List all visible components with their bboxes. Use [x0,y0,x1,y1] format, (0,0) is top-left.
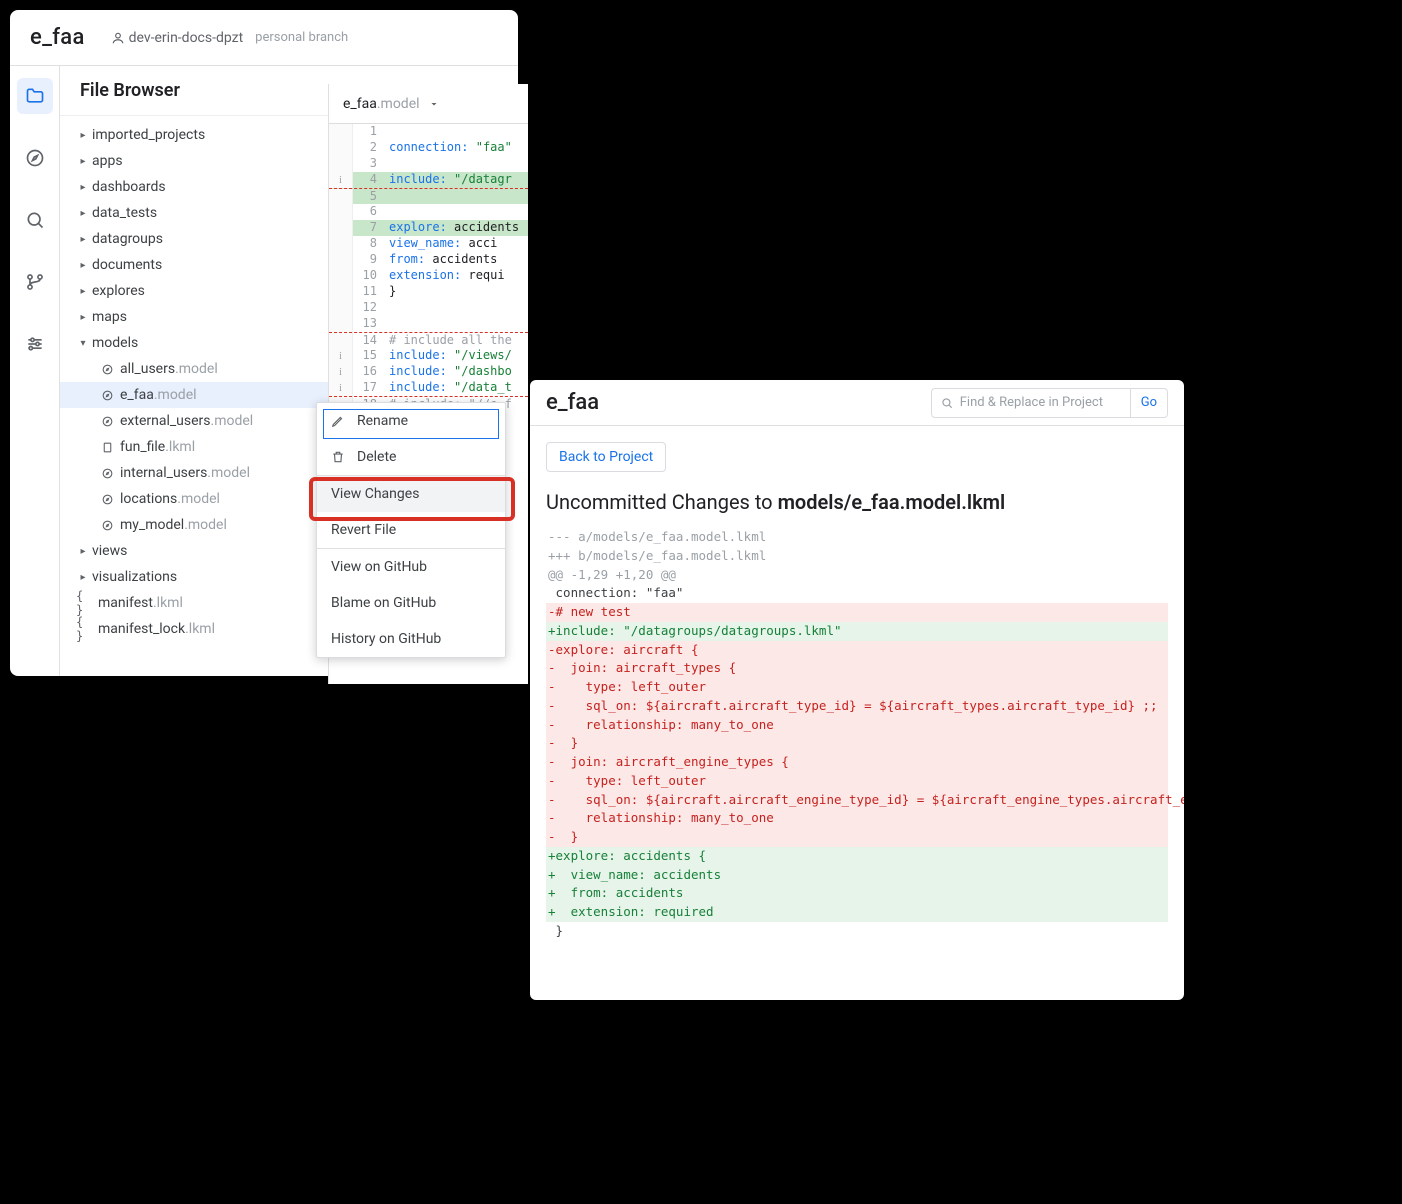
ctx-blame-github[interactable]: Blame on GitHub [317,585,505,621]
search-placeholder: Find & Replace in Project [960,395,1103,410]
diff-path: models/e_faa.model.lkml [778,490,1006,514]
diff-line: - } [546,828,1168,847]
editor-tab-base: e_faa [343,96,377,112]
folder-icon [25,86,45,106]
diff-line: - type: left_outer [546,772,1168,791]
rail-compass[interactable] [17,140,53,176]
diff-line: - join: aircraft_engine_types { [546,753,1168,772]
diff-panel: e_faa Find & Replace in Project Go Back … [530,380,1184,1000]
diff-line: connection: "faa" [546,584,1168,603]
branch-name: dev-erin-docs-dpzt [129,30,244,46]
project-title: e_faa [30,25,85,50]
branch-selector[interactable]: dev-erin-docs-dpzt personal branch [111,30,349,46]
diff-line: @@ -1,29 +1,20 @@ [546,566,1168,585]
ctx-view-github[interactable]: View on GitHub [317,549,505,585]
rail-search[interactable] [17,202,53,238]
diff-line: + from: accidents [546,884,1168,903]
diff-line: - } [546,734,1168,753]
trash-icon [331,450,347,464]
code-area[interactable]: 12connection: "faa"3i4include: "/datagr5… [329,124,528,428]
diff-line: + view_name: accidents [546,866,1168,885]
search-group: Find & Replace in Project Go [931,388,1168,418]
editor-tab[interactable]: e_faa.model [329,84,528,124]
diff-line: --- a/models/e_faa.model.lkml [546,528,1168,547]
iconrail [10,66,60,676]
chevron-down-icon [428,98,440,110]
rail-settings[interactable] [17,326,53,362]
diff-line: -explore: aircraft { [546,641,1168,660]
diff-line: + extension: required [546,903,1168,922]
diff-line: } [546,922,1168,941]
sliders-icon [25,334,45,354]
ctx-delete[interactable]: Delete [317,439,505,475]
branch-type: personal branch [255,30,348,45]
diff-line: - relationship: many_to_one [546,809,1168,828]
diff-project-title: e_faa [546,390,599,415]
diff-body: Back to Project Uncommitted Changes to m… [530,426,1184,957]
go-button[interactable]: Go [1131,388,1168,418]
person-icon [111,31,125,45]
diff-line: - join: aircraft_types { [546,659,1168,678]
ctx-history-github[interactable]: History on GitHub [317,621,505,657]
search-input[interactable]: Find & Replace in Project [931,388,1131,418]
context-menu: Rename Delete View Changes Revert File V… [316,402,506,658]
search-icon [25,210,45,230]
diff-line: - type: left_outer [546,678,1168,697]
diff-view[interactable]: --- a/models/e_faa.model.lkml+++ b/model… [546,528,1168,941]
diff-line: - sql_on: ${aircraft.aircraft_engine_typ… [546,791,1168,810]
diff-line: +explore: accidents { [546,847,1168,866]
diff-line: -# new test [546,603,1168,622]
diff-line: - relationship: many_to_one [546,716,1168,735]
ctx-revert[interactable]: Revert File [317,512,505,548]
branch-icon [25,272,45,292]
diff-topbar: e_faa Find & Replace in Project Go [530,380,1184,426]
back-button[interactable]: Back to Project [546,442,666,472]
rail-git[interactable] [17,264,53,300]
pencil-icon [331,414,347,428]
topbar: e_faa dev-erin-docs-dpzt personal branch [10,10,518,66]
ctx-view-changes[interactable]: View Changes [317,476,505,512]
compass-icon [25,148,45,168]
diff-line: - sql_on: ${aircraft.aircraft_type_id} =… [546,697,1168,716]
diff-line: +include: "/datagroups/datagroups.lkml" [546,622,1168,641]
editor-tab-ext: .model [377,96,420,112]
search-icon [940,396,954,410]
diff-line: +++ b/models/e_faa.model.lkml [546,547,1168,566]
ctx-rename[interactable]: Rename [317,403,505,439]
diff-heading: Uncommitted Changes to models/e_faa.mode… [546,490,1168,514]
rail-folder[interactable] [17,78,53,114]
